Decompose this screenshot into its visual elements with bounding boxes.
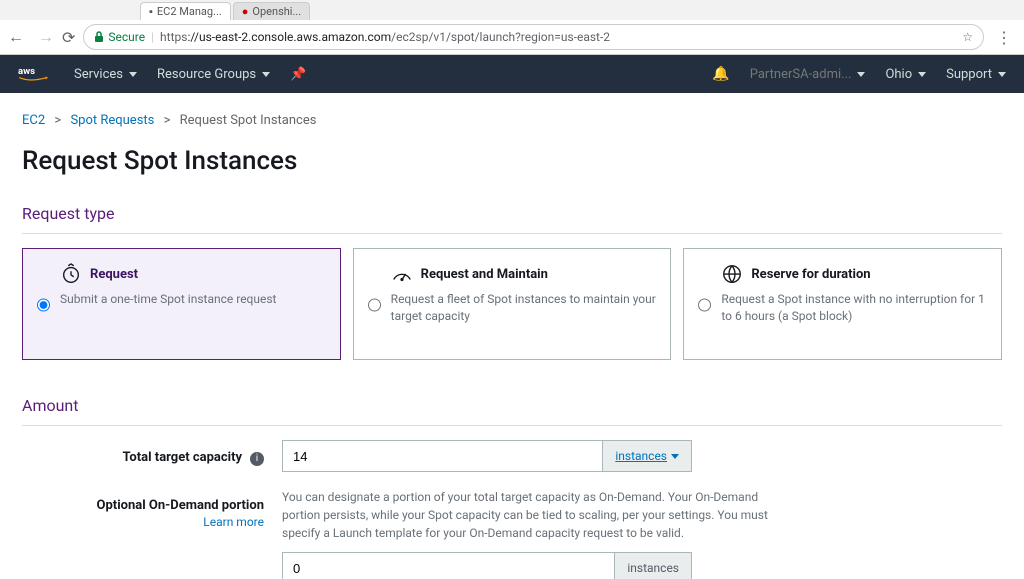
secure-label: Secure — [108, 30, 145, 44]
secure-indicator: Secure — [94, 30, 145, 44]
chevron-down-icon — [918, 72, 926, 77]
unit-label: instances — [615, 449, 667, 463]
url-text: https://us-east-2.console.aws.amazon.com… — [160, 30, 610, 44]
option-request-maintain[interactable]: Request and Maintain Request a fleet of … — [353, 248, 672, 360]
option-reserve-duration[interactable]: Reserve for duration Request a Spot inst… — [683, 248, 1002, 360]
breadcrumb-ec2[interactable]: EC2 — [22, 113, 45, 128]
browser-tab[interactable]: ● Openshi... — [233, 2, 310, 20]
tab-favicon: ● — [242, 5, 249, 18]
breadcrumb-separator: > — [164, 113, 171, 128]
total-capacity-input[interactable] — [283, 441, 602, 471]
unit-label: instances — [627, 561, 679, 575]
divider — [22, 233, 1002, 234]
option-title: Reserve for duration — [751, 267, 870, 282]
divider — [22, 425, 1002, 426]
globe-clock-icon — [721, 263, 743, 285]
section-request-type-title: Request type — [22, 204, 1002, 223]
optional-ondemand-help: You can designate a portion of your tota… — [282, 488, 782, 542]
clock-icon — [60, 263, 82, 285]
unit-suffix: instances — [614, 553, 691, 579]
info-icon[interactable]: i — [250, 452, 264, 466]
learn-more-link[interactable]: Learn more — [22, 515, 264, 529]
section-amount-title: Amount — [22, 396, 1002, 415]
row-optional-on-demand: Optional On-Demand portion Learn more Yo… — [22, 488, 1002, 579]
browser-chrome: ▪ EC2 Manag... ● Openshi... ← → ⟳ Secure… — [0, 0, 1024, 55]
breadcrumb-spot-requests[interactable]: Spot Requests — [70, 113, 154, 128]
radio-request[interactable] — [37, 265, 50, 345]
tab-title: EC2 Manag... — [157, 5, 222, 18]
optional-ondemand-label: Optional On-Demand portion — [97, 498, 264, 513]
row-total-target-capacity: Total target capacity i instances — [22, 440, 1002, 472]
browser-menu-icon[interactable]: ⋮ — [992, 28, 1016, 47]
nav-resource-groups[interactable]: Resource Groups — [157, 67, 270, 82]
request-type-options: Request Submit a one-time Spot instance … — [22, 248, 1002, 360]
page-content: EC2 > Spot Requests > Request Spot Insta… — [0, 93, 1024, 579]
user-label: PartnerSA-admi... — [750, 67, 852, 82]
aws-header: aws Services Resource Groups 📌 🔔 Partner… — [0, 55, 1024, 93]
capacity-unit-dropdown[interactable]: instances — [602, 441, 691, 471]
chevron-down-icon — [671, 454, 679, 459]
total-capacity-label: Total target capacity — [122, 450, 242, 465]
svg-text:aws: aws — [18, 66, 35, 77]
option-title: Request — [90, 267, 138, 282]
nav-region[interactable]: Ohio — [885, 67, 926, 82]
breadcrumb: EC2 > Spot Requests > Request Spot Insta… — [22, 113, 1002, 128]
chevron-down-icon — [857, 72, 865, 77]
back-button[interactable]: ← — [8, 27, 24, 47]
chevron-down-icon — [262, 72, 270, 77]
browser-toolbar: ← → ⟳ Secure | https://us-east-2.console… — [0, 20, 1024, 54]
reload-button[interactable]: ⟳ — [62, 28, 75, 47]
aws-logo[interactable]: aws — [18, 63, 54, 85]
nav-support[interactable]: Support — [946, 67, 1006, 82]
breadcrumb-separator: > — [54, 113, 61, 128]
breadcrumb-current: Request Spot Instances — [180, 113, 317, 128]
bookmark-star-icon[interactable]: ☆ — [962, 30, 973, 44]
nav-user[interactable]: PartnerSA-admi... — [750, 67, 866, 82]
tab-bar: ▪ EC2 Manag... ● Openshi... — [0, 0, 1024, 20]
pin-icon[interactable]: 📌 — [290, 67, 306, 82]
tab-title: Openshi... — [252, 5, 301, 18]
forward-button[interactable]: → — [38, 27, 54, 47]
gauge-icon — [391, 263, 413, 285]
nav-services-label: Services — [74, 67, 123, 82]
notifications-icon[interactable]: 🔔 — [712, 66, 729, 82]
support-label: Support — [946, 67, 992, 82]
tab-favicon: ▪ — [149, 5, 153, 18]
option-desc: Request a Spot instance with no interrup… — [721, 291, 987, 325]
nav-services[interactable]: Services — [74, 67, 137, 82]
option-request[interactable]: Request Submit a one-time Spot instance … — [22, 248, 341, 360]
radio-reserve-duration[interactable] — [698, 265, 711, 345]
option-title: Request and Maintain — [421, 267, 548, 282]
page-title: Request Spot Instances — [22, 146, 1002, 176]
radio-request-maintain[interactable] — [368, 265, 381, 345]
url-bar[interactable]: Secure | https://us-east-2.console.aws.a… — [83, 24, 984, 50]
lock-icon — [94, 31, 104, 43]
option-desc: Request a fleet of Spot instances to mai… — [391, 291, 657, 325]
optional-ondemand-input[interactable] — [283, 553, 614, 579]
option-desc: Submit a one-time Spot instance request — [60, 291, 326, 308]
chevron-down-icon — [129, 72, 137, 77]
nav-resource-groups-label: Resource Groups — [157, 67, 256, 82]
chevron-down-icon — [998, 72, 1006, 77]
region-label: Ohio — [885, 67, 912, 82]
browser-tab-active[interactable]: ▪ EC2 Manag... — [140, 2, 231, 20]
